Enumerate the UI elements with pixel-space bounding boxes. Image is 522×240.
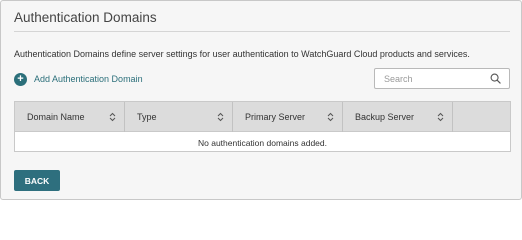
column-header-label: Domain Name: [27, 112, 85, 122]
column-header-primary-server[interactable]: Primary Server: [233, 102, 343, 132]
page-description: Authentication Domains define server set…: [14, 49, 470, 59]
search-box: [374, 68, 510, 89]
column-header-actions: [453, 102, 510, 132]
title-divider: [14, 31, 510, 32]
sort-icon: [437, 112, 444, 122]
empty-table-message: No authentication domains added.: [197, 137, 327, 148]
back-button[interactable]: BACK: [14, 170, 60, 191]
sort-icon: [109, 112, 116, 122]
column-header-backup-server[interactable]: Backup Server: [343, 102, 453, 132]
page-title: Authentication Domains: [14, 10, 157, 25]
column-header-type[interactable]: Type: [125, 102, 233, 132]
add-authentication-domain-label: Add Authentication Domain: [34, 74, 143, 84]
column-header-label: Primary Server: [245, 112, 306, 122]
column-header-label: Backup Server: [355, 112, 415, 122]
panel: Authentication Domains Authentication Do…: [0, 0, 522, 200]
sort-icon: [327, 112, 334, 122]
search-input[interactable]: [375, 69, 485, 88]
plus-circle-icon: +: [14, 72, 27, 86]
sort-icon: [217, 112, 224, 122]
column-header-label: Type: [137, 112, 157, 122]
authentication-domains-table: Domain Name Type Primary Server Backup S…: [14, 101, 511, 152]
add-authentication-domain-button[interactable]: + Add Authentication Domain: [14, 72, 143, 86]
search-icon[interactable]: [490, 73, 501, 84]
column-header-domain-name[interactable]: Domain Name: [15, 102, 125, 132]
table-header: Domain Name Type Primary Server Backup S…: [15, 102, 510, 132]
